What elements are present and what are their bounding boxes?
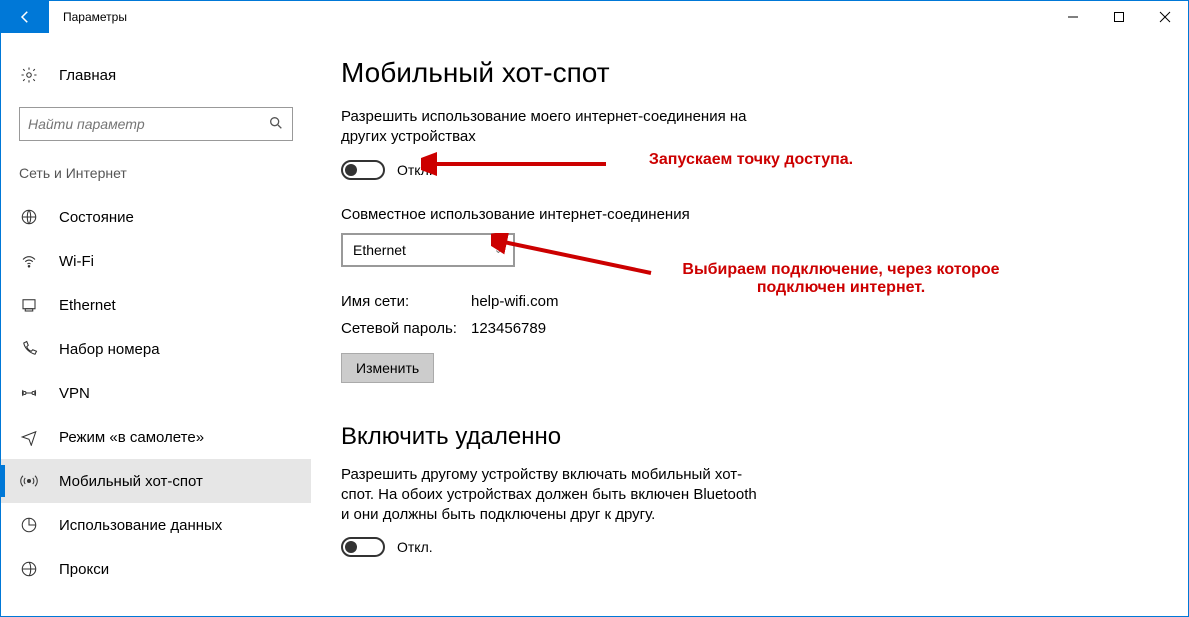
sidebar-item-wifi[interactable]: Wi-Fi	[1, 239, 311, 283]
sidebar-item-proxy[interactable]: Прокси	[1, 547, 311, 591]
page-title: Мобильный хот-спот	[341, 57, 1158, 89]
minimize-button[interactable]	[1050, 1, 1096, 33]
sidebar-item-label: Набор номера	[59, 341, 160, 358]
share-toggle-state: Откл.	[397, 162, 433, 178]
sidebar-item-label: Ethernet	[59, 297, 116, 314]
sidebar-item-vpn[interactable]: VPN	[1, 371, 311, 415]
data-usage-icon	[19, 516, 39, 534]
sidebar-item-dialup[interactable]: Набор номера	[1, 327, 311, 371]
remote-toggle-state: Откл.	[397, 539, 433, 555]
sidebar-item-label: Прокси	[59, 561, 109, 578]
content: Мобильный хот-спот Разрешить использован…	[311, 33, 1188, 616]
network-password-value: 123456789	[471, 320, 546, 337]
search-input[interactable]	[28, 116, 268, 132]
chevron-down-icon: ⌄	[494, 243, 503, 256]
share-description: Разрешить использование моего интернет-с…	[341, 107, 761, 148]
network-name-label: Имя сети:	[341, 293, 471, 310]
connection-select-value: Ethernet	[353, 242, 406, 258]
search-input-wrap[interactable]	[19, 107, 293, 141]
close-button[interactable]	[1142, 1, 1188, 33]
sidebar-home-label: Главная	[59, 67, 116, 84]
search-icon	[268, 115, 284, 134]
share-connection-label: Совместное использование интернет-соедин…	[341, 206, 1158, 223]
sidebar-group-header: Сеть и Интернет	[1, 159, 311, 195]
sidebar-item-label: Использование данных	[59, 517, 222, 534]
proxy-icon	[19, 560, 39, 578]
sidebar-item-label: Состояние	[59, 209, 134, 226]
remote-title: Включить удаленно	[341, 423, 1158, 451]
sidebar-item-label: Wi-Fi	[59, 253, 94, 270]
sidebar-item-label: Мобильный хот-спот	[59, 473, 203, 490]
back-button[interactable]	[1, 1, 49, 33]
airplane-icon	[19, 428, 39, 446]
sidebar-item-hotspot[interactable]: Мобильный хот-спот	[1, 459, 311, 503]
remote-description: Разрешить другому устройству включать мо…	[341, 465, 761, 526]
sidebar-item-airplane[interactable]: Режим «в самолете»	[1, 415, 311, 459]
remote-toggle[interactable]	[341, 537, 385, 557]
titlebar: Параметры	[1, 1, 1188, 33]
network-name-value: help-wifi.com	[471, 293, 559, 310]
change-button[interactable]: Изменить	[341, 353, 434, 383]
sidebar-item-label: Режим «в самолете»	[59, 429, 204, 446]
sidebar-home[interactable]: Главная	[1, 53, 311, 97]
sidebar-item-label: VPN	[59, 385, 90, 402]
ethernet-icon	[19, 296, 39, 314]
gear-icon	[19, 66, 39, 84]
sidebar-item-status[interactable]: Состояние	[1, 195, 311, 239]
sidebar-item-datausage[interactable]: Использование данных	[1, 503, 311, 547]
vpn-icon	[19, 384, 39, 402]
globe-icon	[19, 208, 39, 226]
connection-select[interactable]: Ethernet ⌄	[341, 233, 515, 267]
sidebar: Главная Сеть и Интернет Состояние Wi-Fi …	[1, 33, 311, 616]
share-toggle[interactable]	[341, 160, 385, 180]
maximize-button[interactable]	[1096, 1, 1142, 33]
window-title: Параметры	[49, 1, 1050, 33]
wifi-icon	[19, 252, 39, 270]
network-password-label: Сетевой пароль:	[341, 320, 471, 337]
phone-icon	[19, 340, 39, 358]
annotation-arrow-2	[491, 233, 661, 283]
hotspot-icon	[19, 472, 39, 490]
sidebar-item-ethernet[interactable]: Ethernet	[1, 283, 311, 327]
